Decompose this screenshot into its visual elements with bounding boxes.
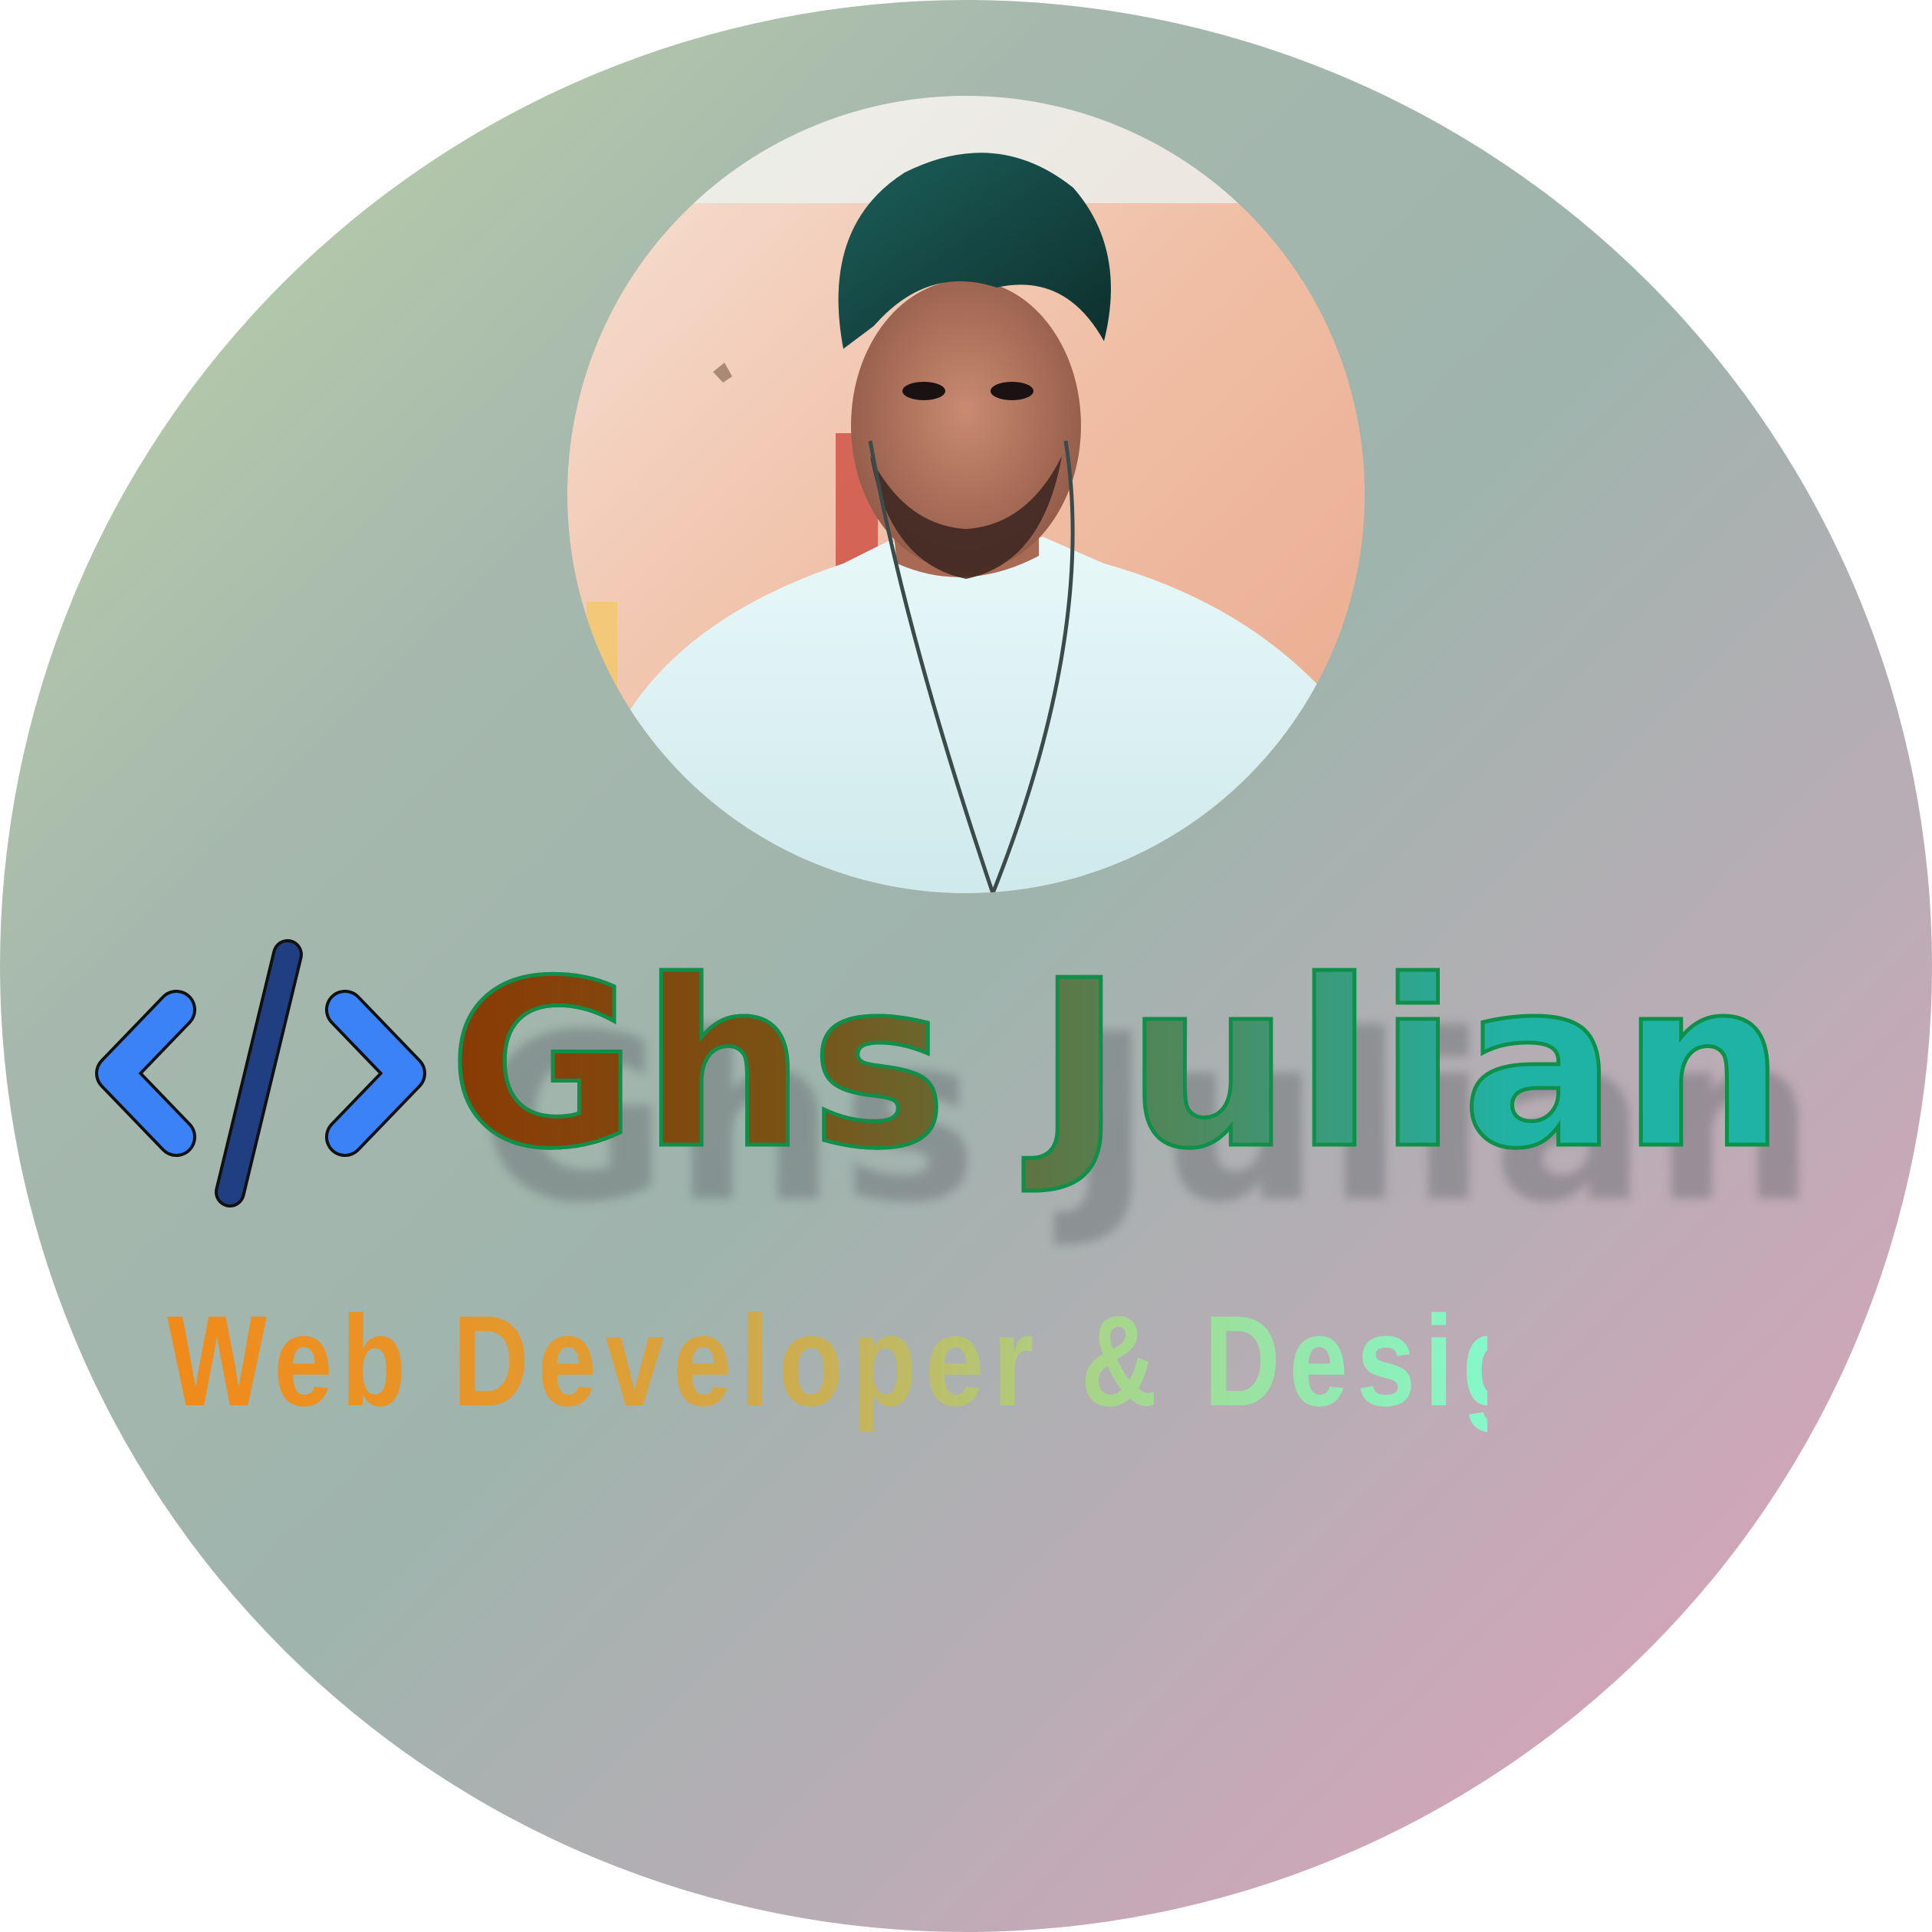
profile-photo <box>567 96 1365 893</box>
person-portrait-icon <box>567 96 1365 893</box>
name-heading: Ghs Julian Ghs Julian <box>447 933 1816 1250</box>
code-brackets-icon <box>92 939 429 1215</box>
tagline-text: Web Developer & Designer <box>167 1276 1717 1445</box>
profile-canvas: Ghs Julian Ghs Julian Web Developer & De… <box>0 0 1932 1932</box>
code-icon-graphic <box>95 939 426 1208</box>
name-text: Ghs Julian <box>447 932 1790 1199</box>
profile-badge: Ghs Julian Ghs Julian Web Developer & De… <box>0 0 1932 1932</box>
